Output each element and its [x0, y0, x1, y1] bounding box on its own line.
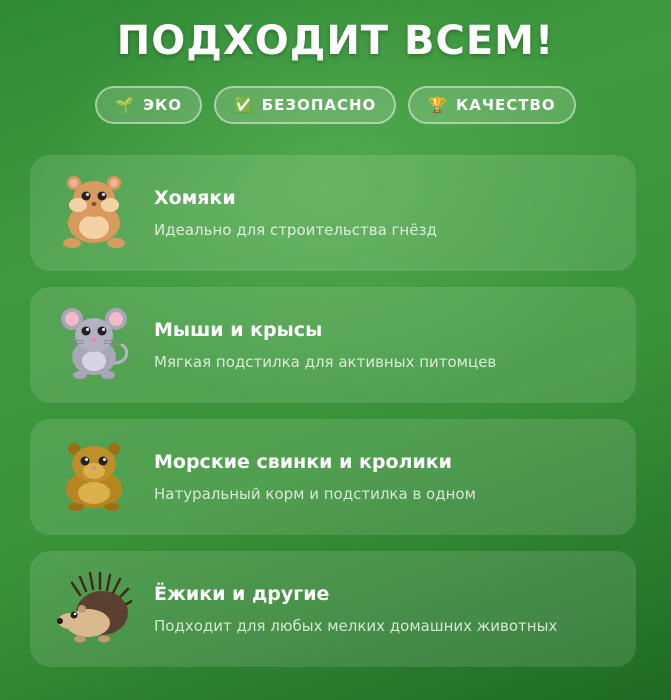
pet-card-hamsters: Хомяки Идеально для строительства гнёзд	[30, 155, 636, 271]
mouse-icon	[61, 308, 129, 379]
card-title: Хомяки	[154, 187, 236, 209]
hamster-icon	[63, 176, 125, 248]
badge-safe: ✅ БЕЗОПАСНО	[214, 86, 397, 124]
hedgehog-icon	[57, 571, 132, 643]
card-description: Идеально для строительства гнёзд	[154, 221, 437, 239]
card-description: Мягкая подстилка для активных питомцев	[154, 353, 497, 371]
card-description: Натуральный корм и подстилка в одном	[154, 485, 476, 503]
page-title: ПОДХОДИТ ВСЕМ!	[116, 18, 555, 64]
badge-label: ЭКО	[143, 96, 183, 114]
badge-quality: 🏆 КАЧЕСТВО	[408, 86, 576, 124]
badge-label: БЕЗОПАСНО	[261, 96, 377, 114]
badge-eco: 🌱 ЭКО	[95, 86, 203, 124]
card-title: Морские свинки и кролики	[154, 451, 452, 473]
badge-label: КАЧЕСТВО	[456, 96, 556, 114]
pet-card-guinea-pigs: Морские свинки и кролики Натуральный кор…	[30, 419, 636, 535]
pet-card-mice: Мыши и крысы Мягкая подстилка для активн…	[30, 287, 636, 403]
card-description: Подходит для любых мелких домашних живот…	[154, 617, 558, 635]
trophy-icon: 🏆	[428, 95, 448, 114]
check-mark-icon: ✅	[234, 95, 254, 114]
seedling-icon: 🌱	[115, 95, 136, 114]
pet-card-hedgehogs: Ёжики и другие Подходит для любых мелких…	[30, 551, 636, 667]
card-title: Мыши и крысы	[154, 319, 323, 341]
guinea-pig-icon	[66, 443, 122, 511]
card-title: Ёжики и другие	[154, 583, 330, 605]
badge-row: 🌱 ЭКО ✅ БЕЗОПАСНО 🏆 КАЧЕСТВО	[0, 86, 671, 124]
